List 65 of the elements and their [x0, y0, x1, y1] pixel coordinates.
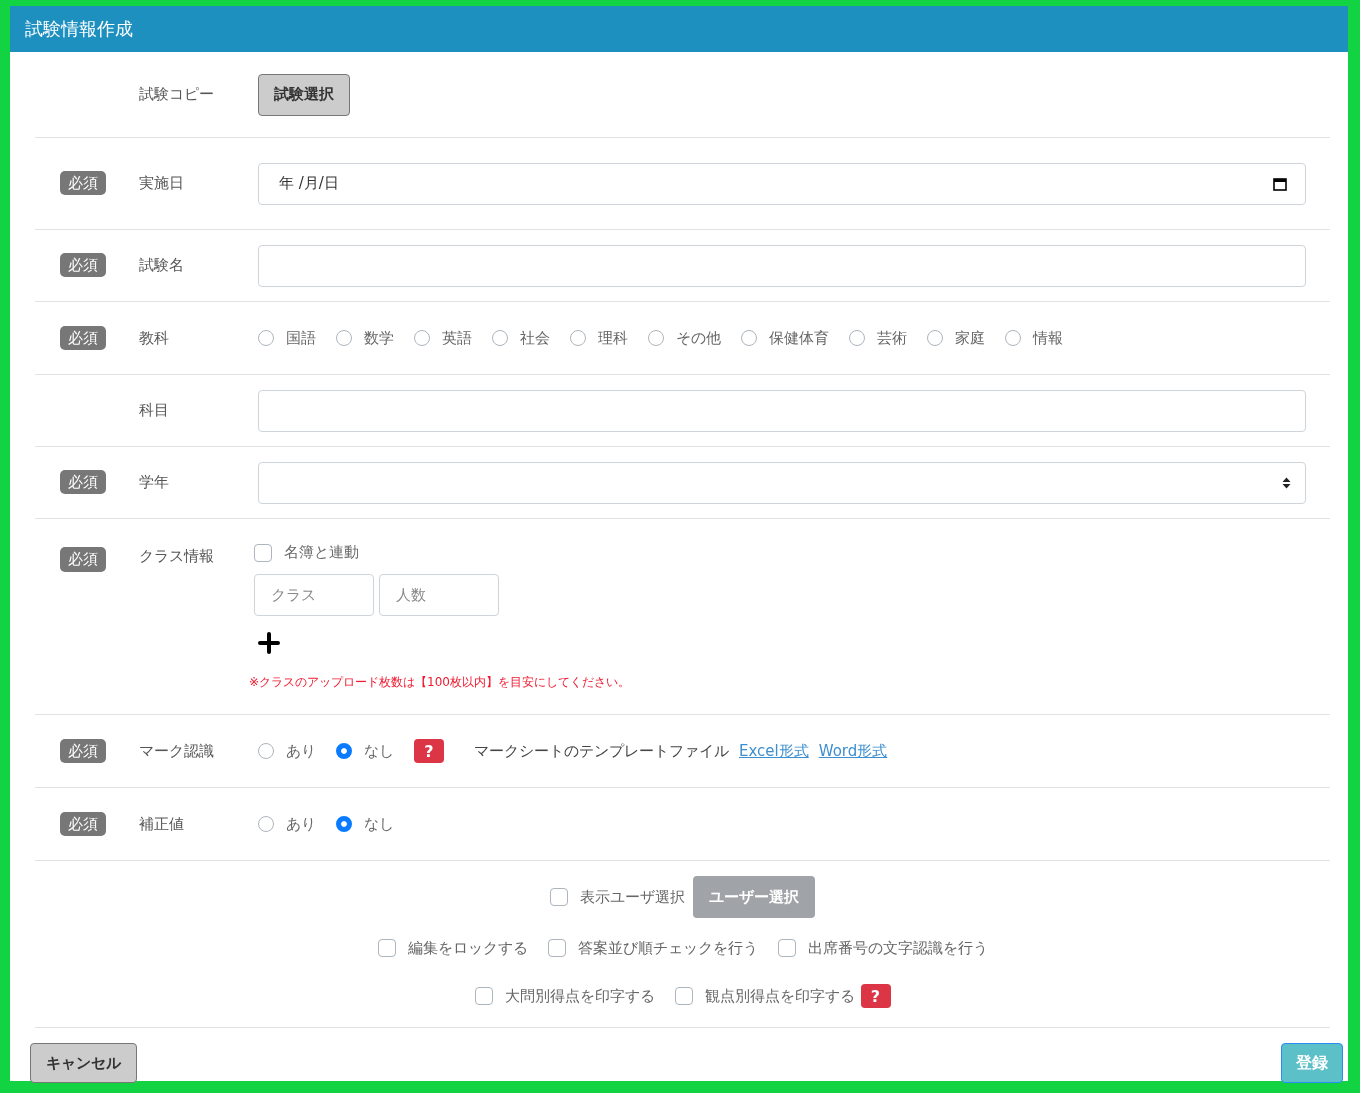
checkbox[interactable] — [547, 939, 566, 957]
required-badge: 必須 — [60, 253, 106, 277]
checkbox[interactable] — [674, 987, 693, 1005]
select-test-button[interactable]: 試験選択 — [258, 73, 350, 116]
required-badge: 必須 — [60, 738, 106, 763]
required-badge: 必須 — [60, 547, 106, 572]
upload-note: ※クラスのアップロード枚数は【100枚以内】を目安にしてください。 — [249, 674, 630, 691]
download-link[interactable]: Excel形式 — [739, 741, 809, 761]
radio-label: その他 — [676, 328, 721, 348]
checkbox-label: 表示ユーザ選択 — [580, 887, 685, 907]
radio-label: 理科 — [598, 328, 628, 348]
radio-label: あり — [286, 741, 316, 761]
sort-caret-icon — [1282, 476, 1291, 489]
radio-label: 家庭 — [955, 328, 985, 348]
radio-label: あり — [286, 814, 316, 834]
download-link[interactable]: Word形式 — [818, 741, 888, 761]
required-badge: 必須 — [60, 171, 106, 195]
field-label: 教科 — [139, 328, 169, 347]
grade-select[interactable] — [258, 461, 1306, 504]
text-field[interactable] — [258, 389, 1306, 432]
field-label: 試験名 — [139, 256, 184, 274]
required-badge: 必須 — [60, 811, 106, 836]
radio-button[interactable] — [336, 743, 352, 759]
plus-icon[interactable] — [258, 632, 280, 654]
checkbox-label: 観点別得点を印字する — [704, 986, 855, 1006]
text-field[interactable] — [258, 244, 1306, 287]
checkbox[interactable] — [474, 987, 493, 1005]
checkbox[interactable] — [377, 939, 396, 957]
checkbox[interactable] — [777, 939, 796, 957]
checkbox-label: 編集をロックする — [407, 938, 528, 958]
class-input-field[interactable]: クラス — [254, 574, 374, 616]
field-label: 補正値 — [139, 814, 184, 833]
checkbox-label: 名簿と連動 — [284, 543, 359, 562]
field-label: クラス情報 — [139, 547, 214, 566]
field-label: 学年 — [139, 473, 169, 491]
template-text: マークシートのテンプレートファイル — [474, 741, 729, 761]
radio-button[interactable] — [336, 816, 352, 832]
class-input-field[interactable]: 人数 — [379, 574, 499, 616]
help-button[interactable]: ? — [414, 739, 444, 763]
checkbox-label: 答案並び順チェックを行う — [577, 938, 758, 958]
field-label: 試験コピー — [139, 85, 214, 103]
help-button[interactable]: ? — [860, 984, 891, 1008]
radio-label: 数学 — [364, 328, 394, 348]
field-label: マーク認識 — [139, 741, 214, 760]
checkbox-label: 出席番号の文字認識を行う — [807, 938, 988, 958]
checkbox[interactable] — [550, 888, 568, 906]
user-select-button[interactable]: ユーザー選択 — [693, 876, 815, 918]
required-badge: 必須 — [60, 470, 106, 494]
window-title: 試験情報作成 — [25, 17, 133, 41]
radio-label: 社会 — [520, 328, 550, 348]
calendar-icon — [1273, 176, 1287, 191]
field-label: 科目 — [139, 401, 169, 419]
cancel-button[interactable]: キャンセル — [30, 1043, 137, 1083]
radio-label: 芸術 — [877, 328, 907, 348]
radio-label: 保健体育 — [769, 328, 829, 348]
radio-label: なし — [364, 741, 394, 761]
checkbox-label: 大問別得点を印字する — [504, 986, 655, 1006]
field-label: 実施日 — [139, 174, 184, 192]
radio-label: 国語 — [286, 328, 316, 348]
radio-label: 英語 — [442, 328, 472, 348]
required-badge: 必須 — [60, 325, 106, 350]
radio-label: なし — [364, 814, 394, 834]
radio-label: 情報 — [1033, 328, 1063, 348]
date-field[interactable]: 年 /月/日 — [258, 162, 1306, 205]
checkbox[interactable] — [254, 543, 272, 562]
